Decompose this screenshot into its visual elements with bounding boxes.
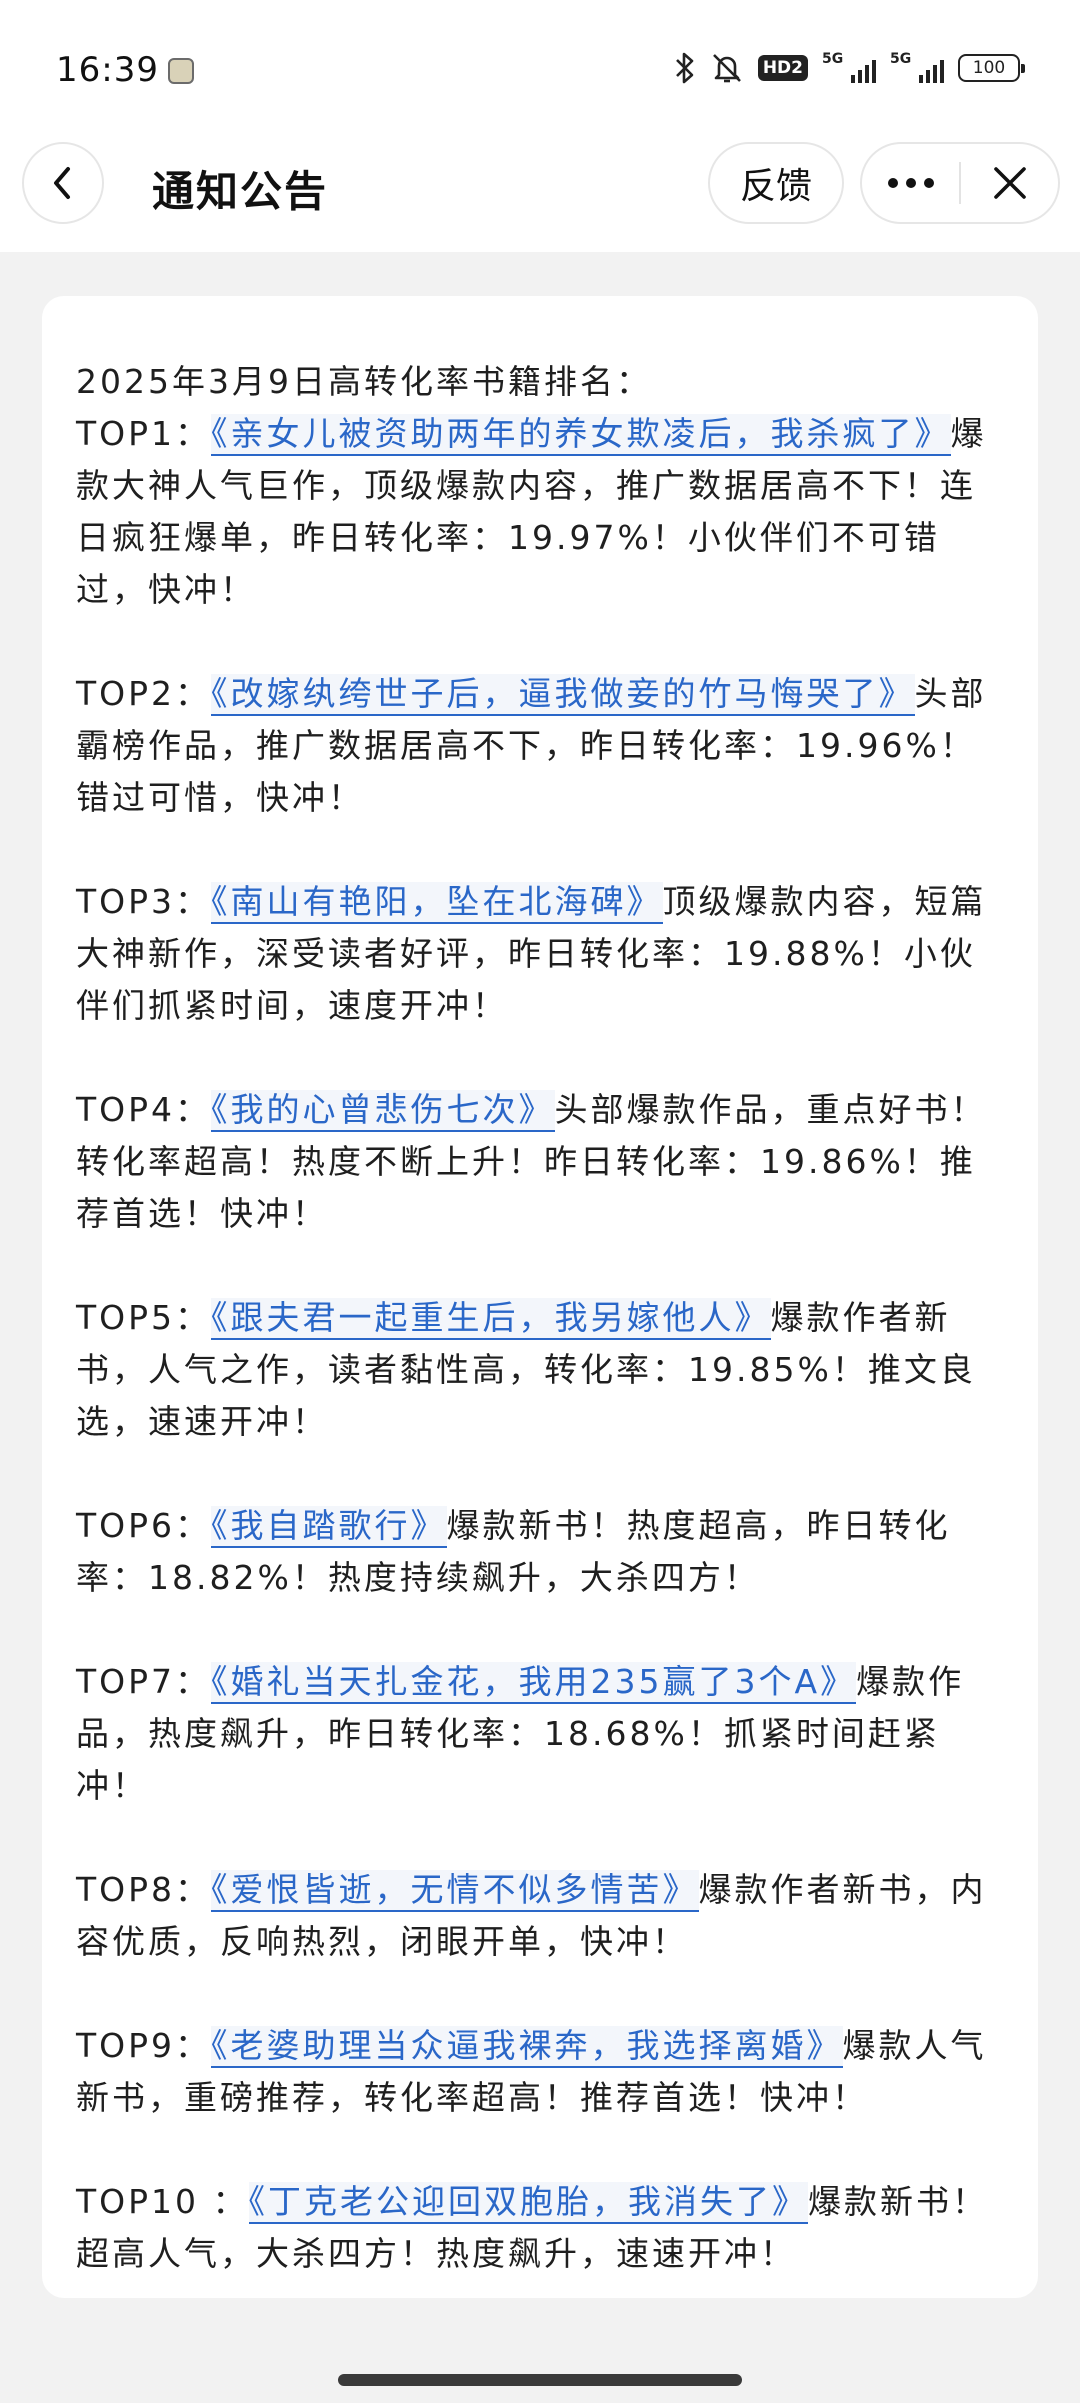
list-item: TOP10 ：《丁克老公迎回双胞胎，我消失了》爆款新书！超高人气，大杀四方！热度…: [76, 2176, 1006, 2280]
rank-label: TOP10 ：: [76, 2182, 249, 2221]
notice-heading: 2025年3月9日高转化率书籍排名：: [76, 362, 652, 401]
status-time: 16:39: [56, 50, 159, 90]
bluetooth-icon: [674, 51, 696, 85]
nav-bar: 通知公告 反馈: [0, 140, 1080, 252]
rank-label: TOP2：: [76, 674, 212, 713]
close-button[interactable]: [961, 144, 1058, 222]
network-type-label: 5G: [890, 51, 912, 67]
list-item: TOP3：《南山有艳阳，坠在北海碑》顶级爆款内容，短篇大神新作，深受读者好评，昨…: [76, 876, 1006, 1032]
battery-level: 100: [972, 58, 1006, 78]
rank-label: TOP3：: [76, 882, 212, 921]
close-icon: [993, 167, 1026, 199]
book-link[interactable]: 《爱恨皆逝，无情不似多情苦》: [211, 1870, 699, 1912]
list-item: TOP8：《爱恨皆逝，无情不似多情苦》爆款作者新书，内容优质，反响热烈，闭眼开单…: [76, 1864, 1006, 1968]
list-item: TOP2：《改嫁纨绔世子后，逼我做妾的竹马悔哭了》头部霸榜作品，推广数据居高不下…: [76, 668, 1006, 824]
battery-icon: 100: [958, 54, 1025, 82]
rank-label: TOP8：: [76, 1870, 212, 1909]
feedback-button[interactable]: 反馈: [708, 142, 844, 224]
back-arrow-icon: [54, 167, 70, 199]
book-link[interactable]: 《我的心曾悲伤七次》: [211, 1090, 555, 1132]
page-title: 通知公告: [152, 167, 329, 216]
mini-program-capsule: [860, 142, 1060, 224]
notice-card: 2025年3月9日高转化率书籍排名： TOP1：《亲女儿被资助两年的养女欺凌后，…: [42, 296, 1038, 2298]
list-item: TOP5：《跟夫君一起重生后，我另嫁他人》爆款作者新书，人气之作，读者黏性高，转…: [76, 1292, 1006, 1448]
list-item: TOP7：《婚礼当天扎金花，我用235赢了3个A》爆款作品，热度飙升，昨日转化率…: [76, 1656, 1006, 1812]
signal-icon: 5G: [822, 51, 876, 85]
book-link[interactable]: 《婚礼当天扎金花，我用235赢了3个A》: [211, 1662, 857, 1704]
rank-label: TOP4：: [76, 1090, 212, 1129]
book-link[interactable]: 《改嫁纨绔世子后，逼我做妾的竹马悔哭了》: [211, 674, 915, 716]
rank-label: TOP9：: [76, 2026, 212, 2065]
back-button[interactable]: [22, 142, 104, 224]
rank-label: TOP1：: [76, 414, 212, 453]
more-button[interactable]: [862, 144, 959, 222]
book-link[interactable]: 《丁克老公迎回双胞胎，我消失了》: [248, 2182, 809, 2224]
list-item: TOP9：《老婆助理当众逼我裸奔，我选择离婚》爆款人气新书，重磅推荐，转化率超高…: [76, 2020, 1006, 2124]
list-item: TOP4：《我的心曾悲伤七次》头部爆款作品，重点好书！转化率超高！热度不断上升！…: [76, 1084, 1006, 1240]
app-notification-icon: [168, 58, 194, 84]
rank-label: TOP7：: [76, 1662, 212, 1701]
list-item: TOP1：《亲女儿被资助两年的养女欺凌后，我杀疯了》爆款大神人气巨作，顶级爆款内…: [76, 408, 1006, 616]
book-link[interactable]: 《老婆助理当众逼我裸奔，我选择离婚》: [211, 2026, 843, 2068]
book-link[interactable]: 《南山有艳阳，坠在北海碑》: [211, 882, 663, 924]
book-link[interactable]: 《跟夫君一起重生后，我另嫁他人》: [211, 1298, 771, 1340]
network-type-label: 5G: [822, 51, 844, 67]
hd-badge: HD2: [757, 55, 808, 81]
status-icons: HD2 5G 5G 100: [674, 48, 1025, 88]
mute-bell-icon: [710, 51, 744, 85]
status-bar: 16:39 HD2 5G 5G 100: [0, 0, 1080, 140]
rank-label: TOP6：: [76, 1506, 212, 1545]
book-link[interactable]: 《我自踏歌行》: [211, 1506, 447, 1548]
signal-icon: 5G: [890, 51, 944, 85]
book-link[interactable]: 《亲女儿被资助两年的养女欺凌后，我杀疯了》: [211, 414, 951, 456]
more-dots-icon: [887, 178, 934, 188]
notice-content: 2025年3月9日高转化率书籍排名： TOP1：《亲女儿被资助两年的养女欺凌后，…: [76, 356, 1006, 2332]
home-indicator[interactable]: [338, 2374, 742, 2386]
rank-label: TOP5：: [76, 1298, 212, 1337]
list-item: TOP6：《我自踏歌行》爆款新书！热度超高，昨日转化率：18.82%！热度持续飙…: [76, 1500, 1006, 1604]
